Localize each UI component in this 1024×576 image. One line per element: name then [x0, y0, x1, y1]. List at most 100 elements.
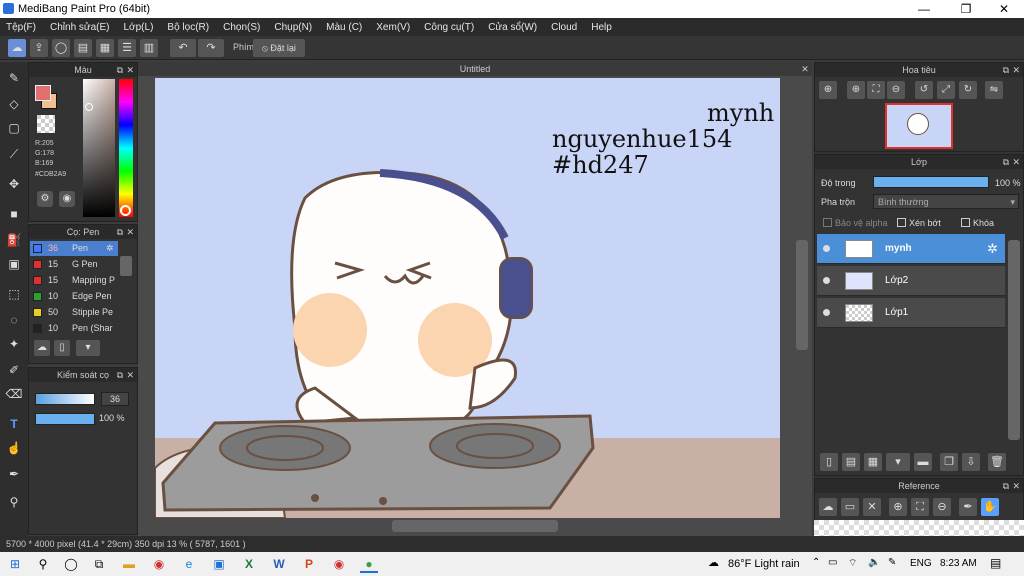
- cortana-icon[interactable]: ◯: [62, 555, 80, 573]
- app-icon[interactable]: ◉: [150, 555, 168, 573]
- edge-icon[interactable]: e: [180, 555, 198, 573]
- brush-opacity-slider[interactable]: [35, 413, 95, 425]
- bucket-tool-icon[interactable]: ⛽: [4, 230, 24, 250]
- new-halftone-layer-icon[interactable]: ▤: [842, 453, 860, 471]
- drawing-canvas[interactable]: mynh nguyenhue154 #hd247: [155, 78, 780, 518]
- menu-cloud[interactable]: Cloud: [551, 22, 577, 33]
- clip-checkbox[interactable]: [897, 218, 906, 227]
- visibility-icon[interactable]: [823, 277, 830, 284]
- folder-icon[interactable]: ▬: [914, 453, 932, 471]
- rotate-left-icon[interactable]: ↺: [915, 81, 933, 99]
- cloud-reference-icon[interactable]: ☁: [819, 498, 837, 516]
- brush-settings-icon[interactable]: ✲: [106, 241, 114, 256]
- eraser-tool-icon[interactable]: ◇: [4, 94, 24, 114]
- word-icon[interactable]: W: [270, 555, 288, 573]
- speech-bubble-icon[interactable]: ◯: [52, 39, 70, 57]
- undo-icon[interactable]: ↶: [170, 39, 196, 57]
- brush-tool-icon[interactable]: ✎: [4, 68, 24, 88]
- dropper-tool-icon[interactable]: ✒: [4, 464, 24, 484]
- open-folder-icon[interactable]: ▭: [841, 498, 859, 516]
- canvas-close-icon[interactable]: ✕: [798, 62, 812, 76]
- upload-icon[interactable]: ⇪: [30, 39, 48, 57]
- layer-row-mynh[interactable]: mynh ✲: [817, 234, 1005, 264]
- layer-row-lop1[interactable]: Lớp1: [817, 298, 1005, 328]
- brush-item-stipple-pen[interactable]: 50 Stipple Pe: [30, 305, 118, 320]
- powerpoint-icon[interactable]: P: [300, 555, 318, 573]
- search-icon[interactable]: ⚲: [34, 555, 52, 573]
- color-wheel-icon[interactable]: ◉: [59, 191, 75, 207]
- layer-settings-icon[interactable]: ✲: [987, 241, 998, 257]
- close-reference-icon[interactable]: ✕: [863, 498, 881, 516]
- new-brush-icon[interactable]: ▯: [54, 340, 70, 356]
- weather-icon[interactable]: ☁: [708, 556, 719, 569]
- brush-item-pen-sharp[interactable]: 10 Pen (Shar: [30, 321, 118, 336]
- reference-zoom-out-icon[interactable]: ⊖: [933, 498, 951, 516]
- menu-file[interactable]: Tệp(F): [6, 22, 36, 33]
- canvas-horizontal-scrollbar[interactable]: [392, 520, 558, 532]
- select-rect-tool-icon[interactable]: ⬚: [4, 284, 24, 304]
- menu-filter[interactable]: Bộ lọc(R): [167, 22, 209, 33]
- undock-icon[interactable]: ⧉: [117, 225, 123, 239]
- hue-slider-handle[interactable]: [120, 205, 131, 216]
- menu-tools[interactable]: Công cụ(T): [424, 22, 474, 33]
- brush-item-g-pen[interactable]: 15 G Pen: [30, 257, 118, 272]
- undock-icon[interactable]: ⧉: [117, 63, 123, 77]
- menu-help[interactable]: Help: [591, 22, 612, 33]
- panel-close-icon[interactable]: ✕: [126, 225, 134, 239]
- canvas-tab[interactable]: Untitled: [138, 62, 812, 76]
- visibility-icon[interactable]: [823, 245, 830, 252]
- undock-icon[interactable]: ⧉: [1003, 479, 1009, 493]
- panel-close-icon[interactable]: ✕: [126, 63, 134, 77]
- chrome-icon[interactable]: ◉: [330, 555, 348, 573]
- menu-window[interactable]: Cửa sổ(W): [488, 22, 537, 33]
- canvas-vertical-scrollbar[interactable]: [796, 240, 808, 350]
- lock-checkbox[interactable]: [961, 218, 970, 227]
- fullscreen-icon[interactable]: ⤢: [937, 81, 955, 99]
- merge-down-icon[interactable]: ⇩: [962, 453, 980, 471]
- maximize-button[interactable]: ❐: [946, 0, 986, 18]
- delete-layer-icon[interactable]: 🗑: [988, 453, 1006, 471]
- duplicate-layer-icon[interactable]: ❐: [940, 453, 958, 471]
- line-tool-icon[interactable]: ⟋: [4, 144, 24, 164]
- close-button[interactable]: ✕: [984, 0, 1024, 18]
- layer-opacity-slider[interactable]: [873, 176, 989, 188]
- panel-close-icon[interactable]: ✕: [1012, 63, 1020, 77]
- navigator-thumbnail[interactable]: [885, 103, 953, 149]
- windows-start-icon[interactable]: ⊞: [6, 555, 24, 573]
- menu-snap[interactable]: Chụp(N): [274, 22, 312, 33]
- panel-icon[interactable]: ▥: [140, 39, 158, 57]
- layer-list-scrollbar[interactable]: [1008, 240, 1020, 440]
- picker-cursor[interactable]: [85, 103, 93, 111]
- foreground-color-swatch[interactable]: [35, 85, 51, 101]
- file-explorer-icon[interactable]: ▬: [120, 555, 138, 573]
- move-tool-icon[interactable]: ✥: [4, 174, 24, 194]
- zoom-out-icon[interactable]: ⊖: [887, 81, 905, 99]
- minimize-button[interactable]: —: [904, 0, 944, 18]
- flip-icon[interactable]: ⇋: [985, 81, 1003, 99]
- fill-rect-tool-icon[interactable]: ■: [4, 204, 24, 224]
- comment-icon[interactable]: ▤: [74, 39, 92, 57]
- operation-tool-icon[interactable]: ☝: [4, 438, 24, 458]
- eyedropper-tool-icon[interactable]: ⚲: [4, 492, 24, 512]
- brush-item-edge-pen[interactable]: 10 Edge Pen: [30, 289, 118, 304]
- menu-view[interactable]: Xem(V): [376, 22, 410, 33]
- tray-chevron-icon[interactable]: ⌃: [812, 557, 820, 568]
- blend-mode-select[interactable]: Bình thường ▾: [873, 194, 1019, 209]
- excel-icon[interactable]: X: [240, 555, 258, 573]
- cloud-icon[interactable]: ☁: [8, 39, 26, 57]
- undock-icon[interactable]: ⧉: [1003, 63, 1009, 77]
- page-icon[interactable]: ▦: [96, 39, 114, 57]
- rotate-right-icon[interactable]: ↻: [959, 81, 977, 99]
- reference-zoom-in-icon[interactable]: ⊕: [889, 498, 907, 516]
- panel-close-icon[interactable]: ✕: [126, 368, 134, 382]
- rectangle-tool-icon[interactable]: ▢: [4, 118, 24, 138]
- visibility-icon[interactable]: [823, 309, 830, 316]
- menu-layer[interactable]: Lớp(L): [124, 22, 154, 33]
- new-layer-icon[interactable]: ▯: [820, 453, 838, 471]
- medibang-taskbar-icon[interactable]: ●: [360, 555, 378, 573]
- panel-close-icon[interactable]: ✕: [1012, 155, 1020, 169]
- fit-icon[interactable]: ⛶: [867, 81, 885, 99]
- cloud-brush-icon[interactable]: ☁: [34, 340, 50, 356]
- hue-slider[interactable]: [119, 79, 133, 217]
- battery-icon[interactable]: ▭: [828, 557, 837, 568]
